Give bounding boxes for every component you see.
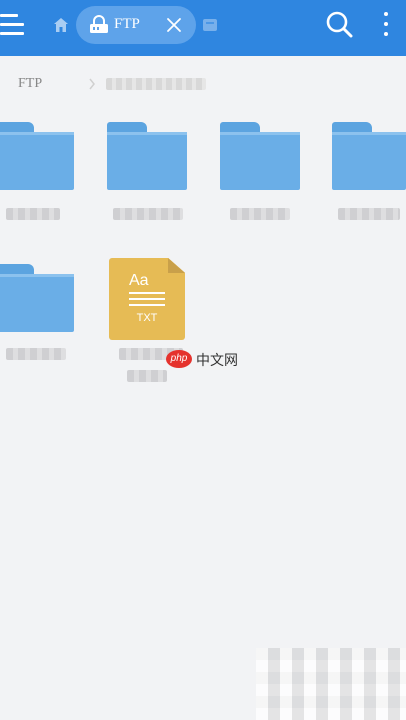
- txt-icon-extension: TXT: [136, 312, 158, 324]
- folder-item[interactable]: [0, 122, 76, 222]
- home-icon[interactable]: [52, 16, 70, 34]
- breadcrumb-current-blurred[interactable]: [106, 78, 206, 90]
- folder-icon: [0, 122, 74, 190]
- folder-icon: [332, 122, 406, 190]
- folder-item[interactable]: [220, 122, 302, 222]
- txt-file-item[interactable]: Aa TXT: [109, 258, 189, 388]
- folder-item[interactable]: [107, 122, 189, 222]
- tab-ftp[interactable]: FTP: [76, 6, 196, 44]
- more-vertical-icon[interactable]: [382, 12, 390, 38]
- folder-icon: [220, 122, 300, 190]
- watermark-logo: php: [166, 350, 192, 368]
- tab-label: FTP: [114, 16, 140, 32]
- folder-label-blurred: [6, 348, 66, 360]
- folder-label-blurred: [113, 208, 183, 220]
- folder-icon: [107, 122, 187, 190]
- folder-icon: [0, 264, 74, 332]
- app-bar: FTP: [0, 0, 406, 56]
- folder-label-blurred: [6, 208, 60, 220]
- menu-icon[interactable]: [0, 14, 26, 36]
- ftp-tab-icon: [90, 15, 108, 33]
- close-icon[interactable]: [166, 17, 182, 33]
- folder-item[interactable]: [0, 264, 76, 364]
- chevron-right-icon: [89, 78, 95, 90]
- breadcrumb-root[interactable]: FTP: [18, 76, 42, 92]
- search-icon[interactable]: [325, 10, 353, 38]
- tab-next-icon[interactable]: [202, 18, 218, 32]
- folder-item[interactable]: [332, 122, 406, 222]
- file-label-blurred-line2: [127, 370, 167, 382]
- txt-icon-letters: Aa: [129, 272, 149, 289]
- txt-file-icon: Aa TXT: [109, 258, 185, 340]
- breadcrumb: FTP: [0, 60, 406, 108]
- folder-label-blurred: [230, 208, 290, 220]
- folder-label-blurred: [338, 208, 400, 220]
- watermark-text: 中文网: [196, 353, 238, 369]
- pixelated-region: [256, 648, 406, 720]
